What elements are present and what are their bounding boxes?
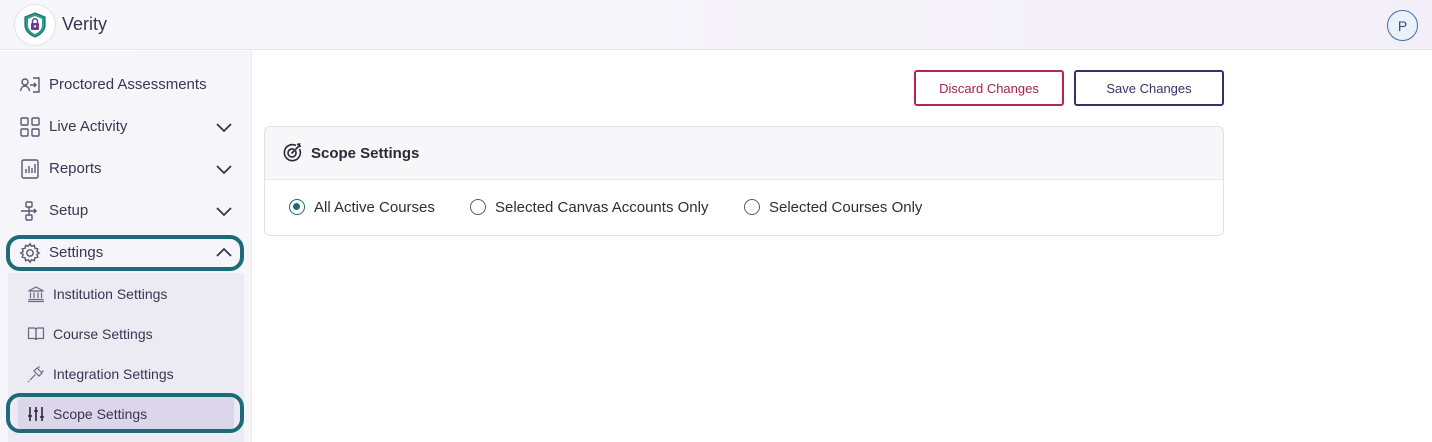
chevron-down-icon[interactable]: [214, 160, 234, 178]
radio-selected-courses-only[interactable]: Selected Courses Only: [744, 197, 922, 217]
radio-button[interactable]: [744, 199, 760, 215]
target-icon: [281, 142, 303, 164]
card-header: Scope Settings: [265, 127, 1223, 180]
user-avatar[interactable]: P: [1387, 10, 1418, 41]
card-title: Scope Settings: [311, 145, 420, 162]
grid-icon: [19, 116, 41, 138]
radio-button[interactable]: [289, 199, 305, 215]
radio-label: Selected Courses Only: [769, 198, 923, 216]
sidebar: Proctored Assessments Live Activity Repo…: [0, 51, 252, 442]
sidebar-item-label: Proctored Assessments: [49, 76, 207, 93]
scope-settings-card: Scope Settings All Active Courses Select…: [264, 126, 1224, 236]
sidebar-item-label: Reports: [49, 160, 102, 177]
discard-changes-button[interactable]: Discard Changes: [914, 70, 1064, 106]
chevron-down-icon[interactable]: [214, 202, 234, 220]
submenu-item-institution-settings[interactable]: Institution Settings: [8, 275, 244, 311]
book-icon: [27, 325, 45, 343]
chevron-down-icon[interactable]: [214, 118, 234, 136]
save-changes-button[interactable]: Save Changes: [1074, 70, 1224, 106]
report-icon: [19, 158, 41, 180]
radio-label: Selected Canvas Accounts Only: [495, 198, 709, 216]
submenu-item-label: Institution Settings: [53, 286, 168, 302]
radio-button[interactable]: [470, 199, 486, 215]
proctor-icon: [19, 74, 41, 96]
settings-highlight-ring: [6, 235, 244, 271]
setup-icon: [19, 200, 41, 222]
sidebar-item-label: Live Activity: [49, 118, 128, 135]
submenu-item-integration-settings[interactable]: Integration Settings: [8, 355, 244, 391]
sidebar-item-proctored-assessments[interactable]: Proctored Assessments: [0, 65, 252, 105]
submenu-item-label: Integration Settings: [53, 366, 174, 382]
shield-lock-logo-icon[interactable]: [14, 4, 56, 46]
sidebar-item-label: Setup: [49, 202, 89, 219]
sidebar-item-setup[interactable]: Setup: [0, 191, 252, 231]
sidebar-item-live-activity[interactable]: Live Activity: [0, 107, 252, 147]
institution-icon: [27, 285, 45, 303]
plug-icon: [27, 365, 45, 383]
radio-selected-canvas-accounts[interactable]: Selected Canvas Accounts Only: [470, 197, 708, 217]
top-header: Verity P: [0, 0, 1432, 50]
app-title: Verity: [62, 14, 108, 34]
radio-label: All Active Courses: [314, 198, 435, 216]
sidebar-item-reports[interactable]: Reports: [0, 149, 252, 189]
submenu-item-label: Course Settings: [53, 326, 153, 342]
radio-all-active-courses[interactable]: All Active Courses: [289, 197, 435, 217]
submenu-item-label: Scope Settings: [53, 406, 148, 422]
submenu-item-course-settings[interactable]: Course Settings: [8, 315, 244, 351]
